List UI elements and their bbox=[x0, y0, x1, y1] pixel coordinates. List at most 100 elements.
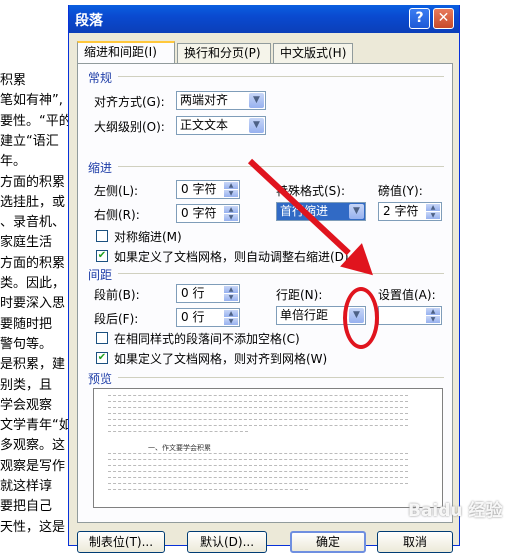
spin-down-icon[interactable]: ▼ bbox=[224, 294, 238, 301]
preview-line bbox=[108, 489, 308, 491]
spin-down-icon[interactable]: ▼ bbox=[224, 190, 238, 197]
mirror-indent-checkbox[interactable] bbox=[96, 230, 108, 242]
document-text-line: 积累 bbox=[0, 73, 27, 88]
spacing-at-label: 设置值(A): bbox=[378, 288, 436, 302]
document-text-line: 要随时把 bbox=[0, 316, 53, 332]
chevron-down-icon[interactable]: ▼ bbox=[349, 204, 364, 219]
no-space-same-style-label: 在相同样式的段落间不添加空格(C) bbox=[114, 332, 300, 346]
preview-line bbox=[108, 465, 408, 467]
space-before-value: 0 行 bbox=[181, 286, 205, 300]
document-text-line: 要把自己 bbox=[0, 499, 53, 515]
alignment-value: 两端对齐 bbox=[180, 93, 229, 107]
preview-line bbox=[108, 413, 408, 415]
document-text-line: 就这样谆 bbox=[0, 479, 53, 494]
preview-line bbox=[108, 459, 408, 461]
right-indent-spinner[interactable]: 0 字符 ▲ ▼ bbox=[176, 204, 240, 223]
right-indent-label: 右侧(R): bbox=[94, 208, 140, 222]
line-spacing-label: 行距(N): bbox=[276, 288, 323, 302]
chevron-down-icon[interactable]: ▼ bbox=[249, 93, 264, 108]
spin-up-icon[interactable]: ▲ bbox=[224, 286, 238, 293]
document-text-line: 时要深入思 bbox=[0, 296, 66, 312]
divider bbox=[118, 377, 444, 378]
spin-up-icon[interactable]: ▲ bbox=[224, 206, 238, 213]
space-before-spinner[interactable]: 0 行 ▲ ▼ bbox=[176, 284, 240, 303]
no-space-same-style-checkbox[interactable] bbox=[96, 332, 108, 344]
spin-down-icon[interactable]: ▼ bbox=[426, 316, 440, 323]
preview-line bbox=[108, 419, 408, 421]
spin-up-icon[interactable]: ▲ bbox=[426, 204, 440, 211]
snap-to-grid-checkbox[interactable]: ✔ bbox=[96, 352, 108, 364]
spacing-at-spinner[interactable]: ▲ ▼ bbox=[378, 306, 442, 325]
special-indent-select[interactable]: 首行缩进 ▼ bbox=[276, 202, 366, 221]
document-text-line: 方面的积累 bbox=[0, 174, 66, 190]
document-text-line: 笔如有神”, bbox=[0, 93, 63, 109]
left-indent-value: 0 字符 bbox=[181, 182, 217, 196]
outline-level-select[interactable]: 正文文本 ▼ bbox=[176, 116, 266, 135]
auto-adjust-label: 如果定义了文档网格，则自动调整右缩进(D) bbox=[114, 250, 349, 264]
document-text-line: 选挂肚，或 bbox=[0, 194, 66, 210]
divider bbox=[118, 273, 444, 274]
space-after-value: 0 行 bbox=[181, 310, 205, 324]
document-text-line: 建立“语汇 bbox=[0, 133, 59, 149]
space-after-label: 段后(F): bbox=[94, 312, 139, 326]
tab-line-page-breaks[interactable]: 换行和分页(P) bbox=[177, 43, 271, 63]
dialog-title-bar[interactable]: 段落 ? ✕ bbox=[69, 5, 459, 33]
document-text-line: 学会观察 bbox=[0, 397, 53, 413]
spin-up-icon[interactable]: ▲ bbox=[426, 308, 440, 315]
document-text-line: 观察是写作 bbox=[0, 458, 66, 474]
preview-line bbox=[108, 477, 408, 479]
document-text-line: 类。因此， bbox=[0, 276, 66, 291]
indent-by-spinner[interactable]: 2 字符 ▲ ▼ bbox=[378, 202, 442, 221]
space-before-label: 段前(B): bbox=[94, 288, 140, 302]
divider bbox=[118, 76, 444, 77]
preview-box: 一、作文要学会积累 bbox=[93, 388, 443, 508]
indent-group-label: 缩进 bbox=[88, 161, 113, 175]
outline-level-label: 大纲级别(O): bbox=[94, 120, 165, 134]
preview-sample-text: 一、作文要学会积累 bbox=[148, 444, 211, 452]
set-default-button[interactable]: 默认(D)... bbox=[187, 531, 267, 553]
alignment-label: 对齐方式(G): bbox=[94, 95, 165, 109]
paragraph-dialog: 段落 ? ✕ 缩进和间距(I) 换行和分页(P) 中文版式(H) 常规 对齐方式… bbox=[68, 5, 460, 553]
help-icon[interactable]: ? bbox=[409, 8, 430, 29]
tabs-button[interactable]: 制表位(T)... bbox=[77, 531, 165, 553]
left-indent-spinner[interactable]: 0 字符 ▲ ▼ bbox=[176, 180, 240, 199]
document-text-line: 要性。“平的 bbox=[0, 113, 72, 129]
indent-by-label: 磅值(Y): bbox=[378, 184, 423, 198]
preview-line bbox=[108, 407, 408, 409]
dialog-title: 段落 bbox=[75, 13, 103, 29]
line-spacing-value: 单倍行距 bbox=[280, 308, 329, 322]
spin-up-icon[interactable]: ▲ bbox=[224, 310, 238, 317]
auto-adjust-checkbox[interactable]: ✔ bbox=[96, 250, 108, 262]
snap-to-grid-label: 如果定义了文档网格，则对齐到网格(W) bbox=[114, 352, 328, 366]
watermark: Baidu 经验 bbox=[408, 501, 503, 521]
tab-asian-typography[interactable]: 中文版式(H) bbox=[273, 43, 353, 63]
close-icon[interactable]: ✕ bbox=[433, 8, 454, 29]
spin-down-icon[interactable]: ▼ bbox=[426, 212, 440, 219]
alignment-select[interactable]: 两端对齐 ▼ bbox=[176, 91, 266, 110]
tab-indent-spacing[interactable]: 缩进和间距(I) bbox=[77, 41, 175, 64]
document-text-line: 家庭生活 bbox=[0, 235, 53, 251]
document-text-line: 是积累，建 bbox=[0, 357, 66, 373]
ok-button[interactable]: 确定 bbox=[290, 531, 366, 553]
preview-line bbox=[108, 401, 408, 403]
indent-by-value: 2 字符 bbox=[383, 204, 419, 218]
preview-group-label: 预览 bbox=[88, 372, 113, 386]
spin-up-icon[interactable]: ▲ bbox=[224, 182, 238, 189]
general-group-label: 常规 bbox=[88, 71, 113, 85]
cancel-button[interactable]: 取消 bbox=[377, 531, 453, 553]
document-text-line: 天性，这是 bbox=[0, 519, 66, 535]
spin-down-icon[interactable]: ▼ bbox=[224, 214, 238, 221]
spacing-group-label: 间距 bbox=[88, 268, 113, 282]
preview-line bbox=[108, 431, 248, 433]
document-text-line: 警句等。 bbox=[0, 336, 53, 352]
space-after-spinner[interactable]: 0 行 ▲ ▼ bbox=[176, 308, 240, 327]
left-indent-label: 左侧(L): bbox=[94, 184, 139, 198]
preview-line bbox=[108, 395, 408, 397]
mirror-indent-label: 对称缩进(M) bbox=[114, 230, 182, 244]
chevron-down-icon[interactable]: ▼ bbox=[249, 118, 264, 133]
preview-line bbox=[108, 483, 408, 485]
document-text-line: 文学青年“如 bbox=[0, 418, 72, 434]
spin-down-icon[interactable]: ▼ bbox=[224, 318, 238, 325]
outline-level-value: 正文文本 bbox=[180, 118, 229, 132]
preview-line bbox=[108, 425, 408, 427]
